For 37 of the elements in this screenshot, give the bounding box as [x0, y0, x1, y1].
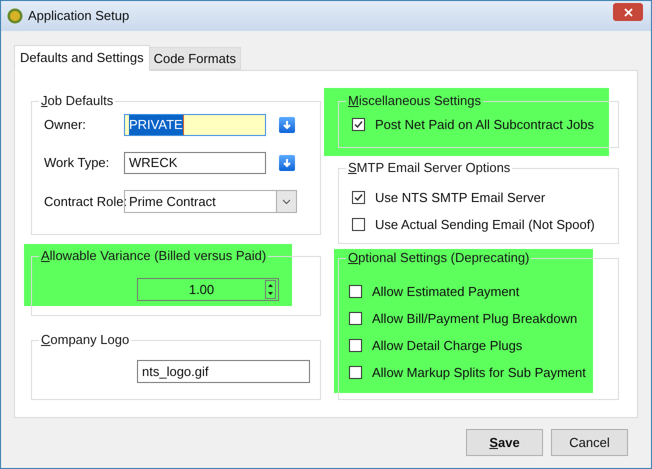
input-field[interactable]: WRECK — [124, 152, 266, 174]
checkbox[interactable] — [352, 118, 365, 131]
lookup-button[interactable] — [279, 155, 295, 171]
field-label: Work Type: — [44, 154, 110, 172]
checkbox[interactable] — [352, 218, 365, 231]
checkbox-label: Use NTS SMTP Email Server — [375, 188, 546, 207]
close-button[interactable] — [613, 3, 643, 21]
tab[interactable]: Code Formats — [150, 47, 241, 70]
checkbox[interactable] — [349, 312, 362, 325]
checkbox-label: Allow Markup Splits for Sub Payment — [372, 364, 586, 382]
check-icon — [354, 193, 363, 202]
dialog-button[interactable]: Cancel — [551, 429, 628, 456]
input-field[interactable]: PRIVATE — [124, 114, 266, 136]
checkbox[interactable] — [349, 285, 362, 298]
checkbox-label: Allow Bill/Payment Plug Breakdown — [372, 310, 578, 328]
spinner-arrows-icon — [267, 282, 274, 297]
input-field[interactable]: nts_logo.gif — [137, 360, 310, 383]
app-logo-icon — [7, 8, 23, 24]
checkbox-label: Allow Estimated Payment — [372, 282, 520, 301]
down-arrow-icon — [282, 120, 292, 130]
tab[interactable]: Defaults and Settings — [14, 45, 150, 71]
checkbox-label: Post Net Paid on All Subcontract Jobs — [375, 116, 594, 134]
checkbox[interactable] — [349, 366, 362, 379]
checkbox-label: Use Actual Sending Email (Not Spoof) — [375, 216, 595, 234]
close-icon — [624, 8, 632, 16]
window-title: Application Setup — [28, 7, 130, 26]
down-arrow-icon — [282, 158, 292, 168]
checkbox-label: Allow Detail Charge Plugs — [372, 336, 522, 355]
checkbox[interactable] — [352, 191, 365, 204]
lookup-button[interactable] — [279, 117, 295, 133]
check-icon — [354, 120, 363, 129]
number-spinner[interactable]: 1.00 — [137, 278, 279, 301]
dropdown[interactable]: Prime Contract — [124, 190, 297, 213]
field-label: Owner: — [44, 116, 86, 134]
dialog-button[interactable]: Save — [466, 429, 543, 456]
checkbox[interactable] — [349, 339, 362, 352]
chevron-down-icon — [282, 198, 291, 204]
